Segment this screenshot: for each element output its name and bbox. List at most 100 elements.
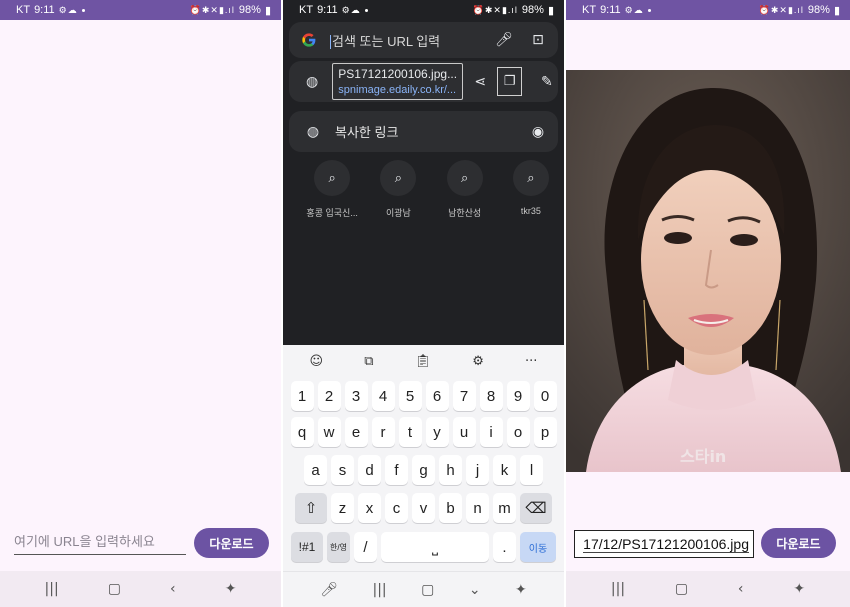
home-icon[interactable]: ▢ [421, 582, 434, 598]
key[interactable]: 3 [344, 381, 368, 411]
key[interactable]: b [439, 493, 462, 523]
key[interactable]: m [493, 493, 516, 523]
hide-keyboard-icon[interactable]: ⌄ [469, 582, 481, 598]
language-key[interactable]: 한/영 [327, 532, 350, 562]
recent-apps-icon[interactable]: ||| [45, 581, 59, 597]
accessibility-icon[interactable]: ✦ [793, 581, 805, 597]
key[interactable]: s [331, 455, 354, 485]
letter-row-2: a s d f g h j k l [283, 455, 564, 485]
slash-key[interactable]: / [354, 532, 377, 562]
backspace-key[interactable]: ⌫ [520, 493, 552, 523]
suggestion-item[interactable]: ⌕ tkr35 [498, 160, 564, 219]
home-icon[interactable]: ▢ [108, 581, 121, 597]
clock: 9:11 [317, 4, 338, 16]
lens-icon[interactable]: ⊡ [526, 32, 550, 48]
go-key[interactable]: 이동 [520, 532, 556, 562]
key[interactable]: u [452, 417, 476, 447]
key[interactable]: d [358, 455, 381, 485]
period-key[interactable]: . [493, 532, 516, 562]
key[interactable]: 4 [371, 381, 395, 411]
notification-icons: ⚙☁ [58, 4, 78, 15]
globe-icon: ◍ [306, 73, 319, 90]
suggestion-label: 홍콩 입국신... [306, 208, 358, 218]
notification-icons: ⚙☁ [624, 4, 644, 15]
accessibility-icon[interactable]: ✦ [225, 581, 237, 597]
key[interactable]: 9 [506, 381, 530, 411]
key[interactable]: z [331, 493, 354, 523]
key[interactable]: i [479, 417, 503, 447]
search-icon: ⌕ [512, 160, 549, 196]
key[interactable]: e [344, 417, 368, 447]
microphone-icon[interactable]: 🎤︎ [320, 582, 338, 598]
download-button[interactable]: 다운로드 [194, 528, 269, 558]
key[interactable]: j [466, 455, 489, 485]
carrier: KT [582, 4, 597, 16]
system-icons: ⏰✱✕▮.ıl [189, 4, 235, 15]
key[interactable]: t [398, 417, 422, 447]
clipboard-url: spnimage.edaily.co.kr/... [338, 84, 457, 96]
settings-icon[interactable]: ⚙ [472, 354, 484, 369]
url-input-value: 17/12/PS17121200106.jpg [583, 535, 749, 553]
edit-icon[interactable]: ✎ [536, 74, 558, 90]
symbol-key[interactable]: !#1 [291, 532, 323, 562]
home-icon[interactable]: ▢ [675, 581, 688, 597]
key[interactable]: 7 [452, 381, 476, 411]
key[interactable]: h [439, 455, 462, 485]
key[interactable]: 2 [317, 381, 341, 411]
key[interactable]: 0 [533, 381, 557, 411]
share-icon[interactable]: ⋖ [469, 74, 491, 90]
sticker-icon[interactable]: ⧉ [364, 354, 373, 369]
key[interactable]: y [425, 417, 449, 447]
recent-apps-icon[interactable]: ||| [611, 581, 625, 597]
eye-icon[interactable]: ◉ [526, 124, 550, 140]
carrier: KT [16, 4, 31, 16]
search-icon: ⌕ [314, 160, 351, 196]
key[interactable]: n [466, 493, 489, 523]
key[interactable]: k [493, 455, 516, 485]
microphone-icon[interactable]: 🎤︎ [492, 32, 516, 48]
battery-icon: ▮ [833, 4, 840, 17]
key[interactable]: 5 [398, 381, 422, 411]
clipboard-suggestion[interactable]: ◍ PS17121200106.jpg... spnimage.edaily.c… [289, 61, 558, 102]
url-input[interactable]: 17/12/PS17121200106.jpg [574, 530, 754, 558]
key[interactable]: q [290, 417, 314, 447]
back-icon[interactable]: ‹ [738, 581, 744, 597]
key[interactable]: g [412, 455, 435, 485]
key[interactable]: c [385, 493, 408, 523]
suggestion-label: 남한산성 [448, 208, 482, 218]
suggestion-item[interactable]: ⌕ 남한산성 [432, 160, 498, 219]
back-icon[interactable]: ‹ [170, 581, 176, 597]
key[interactable]: 8 [479, 381, 503, 411]
key[interactable]: w [317, 417, 341, 447]
letter-row-1: q w e r t y u i o p [283, 417, 564, 447]
carrier: KT [299, 4, 314, 16]
suggestion-label: 이광남 [385, 208, 411, 218]
suggestion-item[interactable]: ⌕ 홍콩 입국신... [299, 160, 365, 219]
copied-link-row[interactable]: ◍ 복사한 링크 ◉ [289, 111, 558, 152]
key[interactable]: l [520, 455, 543, 485]
key[interactable]: 1 [290, 381, 314, 411]
key[interactable]: v [412, 493, 435, 523]
key[interactable]: r [371, 417, 395, 447]
nav-bar: ||| ▢ ‹ ✦ [566, 571, 850, 607]
emoji-icon[interactable]: ☺ [310, 354, 324, 369]
search-bar[interactable]: 검색 또는 URL 입력 🎤︎ ⊡ [289, 22, 558, 58]
key[interactable]: 6 [425, 381, 449, 411]
url-input[interactable] [14, 529, 186, 555]
search-icon: ⌕ [446, 160, 483, 196]
key[interactable]: f [385, 455, 408, 485]
accessibility-icon[interactable]: ✦ [515, 582, 527, 598]
key[interactable]: x [358, 493, 381, 523]
copy-icon[interactable]: ❐ [497, 67, 522, 96]
space-key[interactable]: ⎵ [381, 532, 489, 562]
recent-apps-icon[interactable]: ||| [372, 582, 386, 598]
key[interactable]: p [533, 417, 557, 447]
key[interactable]: a [304, 455, 327, 485]
suggestion-item[interactable]: ⌕ 이광남 [365, 160, 431, 219]
app-screen-loaded: KT 9:11 ⚙☁ ⏰✱✕▮.ıl 98% ▮ 스타in 17/12/PS171212… [566, 0, 850, 607]
key[interactable]: o [506, 417, 530, 447]
download-button[interactable]: 다운로드 [761, 528, 836, 558]
shift-key[interactable]: ⇧ [295, 493, 327, 523]
clipboard-icon[interactable]: 📋︎ [415, 354, 432, 369]
more-icon[interactable]: ··· [525, 354, 537, 369]
